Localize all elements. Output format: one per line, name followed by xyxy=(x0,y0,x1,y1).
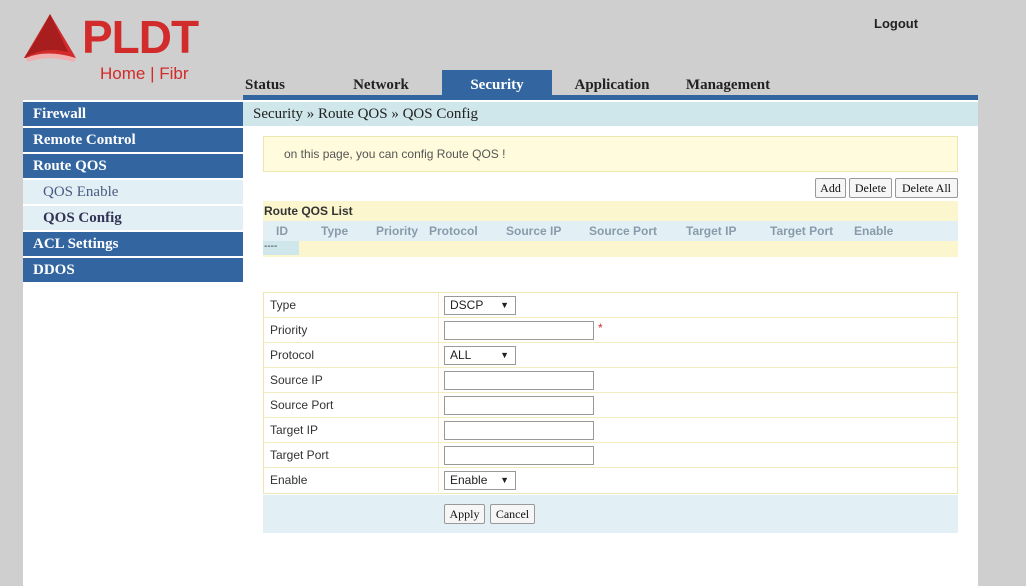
sidebar-item-route-qos[interactable]: Route QOS xyxy=(23,154,243,178)
form-row-source-port: Source Port xyxy=(264,393,957,418)
source-port-label: Source Port xyxy=(264,393,439,417)
form-row-source-ip: Source IP xyxy=(264,368,957,393)
sidebar-item-remote-control[interactable]: Remote Control xyxy=(23,128,243,152)
form-row-priority: Priority * xyxy=(264,318,957,343)
add-button[interactable]: Add xyxy=(815,178,846,198)
apply-button[interactable]: Apply xyxy=(444,504,485,524)
pldt-logo-icon xyxy=(24,14,76,62)
delete-all-button[interactable]: Delete All xyxy=(895,178,958,198)
form-row-protocol: Protocol ALL ▼ xyxy=(264,343,957,368)
type-label: Type xyxy=(264,293,439,317)
form-row-target-port: Target Port xyxy=(264,443,957,468)
priority-input[interactable] xyxy=(444,321,594,340)
form-actions: Apply Cancel xyxy=(263,495,958,533)
source-ip-input[interactable] xyxy=(444,371,594,390)
logout-link[interactable]: Logout xyxy=(874,16,918,31)
qos-config-form: Type DSCP ▼ Priority * Protocol ALL ▼ Sour… xyxy=(263,292,958,494)
priority-label: Priority xyxy=(264,318,439,342)
main-content: Security » Route QOS » QOS Config on thi… xyxy=(243,100,978,586)
protocol-select[interactable]: ALL ▼ xyxy=(444,346,516,365)
form-row-target-ip: Target IP xyxy=(264,418,957,443)
main-tabs: Status Network Security Application Mana… xyxy=(243,70,978,97)
pldt-logo: PLDT Home | Fibr xyxy=(22,12,212,86)
route-qos-list: Route QOS List ID Type Priority Protocol… xyxy=(263,201,958,257)
list-title: Route QOS List xyxy=(264,204,353,218)
sidebar-item-acl-settings[interactable]: ACL Settings xyxy=(23,232,243,256)
target-port-input[interactable] xyxy=(444,446,594,465)
sidebar-item-qos-config[interactable]: QOS Config xyxy=(23,206,243,230)
col-id: ID xyxy=(276,224,288,238)
sidebar-item-ddos[interactable]: DDOS xyxy=(23,258,243,282)
sidebar-item-qos-enable[interactable]: QOS Enable xyxy=(23,180,243,204)
sidebar-item-firewall[interactable]: Firewall xyxy=(23,102,243,126)
chevron-down-icon: ▼ xyxy=(500,475,509,485)
tab-network[interactable]: Network xyxy=(341,70,421,97)
tab-application[interactable]: Application xyxy=(568,70,656,97)
brand-sub: Home | Fibr xyxy=(100,64,189,83)
target-port-label: Target Port xyxy=(264,443,439,467)
enable-label: Enable xyxy=(264,468,439,492)
source-port-input[interactable] xyxy=(444,396,594,415)
enable-select[interactable]: Enable ▼ xyxy=(444,471,516,490)
brand-name: PLDT xyxy=(82,11,199,63)
col-type: Type xyxy=(321,224,349,238)
tab-management[interactable]: Management xyxy=(681,70,775,97)
required-mark: * xyxy=(598,321,603,335)
form-row-type: Type DSCP ▼ xyxy=(264,293,957,318)
form-row-enable: Enable Enable ▼ xyxy=(264,468,957,493)
sidebar: Firewall Remote Control Route QOS QOS En… xyxy=(23,100,243,586)
target-ip-label: Target IP xyxy=(264,418,439,442)
delete-button[interactable]: Delete xyxy=(849,178,892,198)
tab-security[interactable]: Security xyxy=(442,70,552,97)
enable-select-value: Enable xyxy=(450,473,488,487)
type-select[interactable]: DSCP ▼ xyxy=(444,296,516,315)
col-source-ip: Source IP xyxy=(506,224,562,238)
col-target-port: Target Port xyxy=(770,224,834,238)
protocol-select-value: ALL xyxy=(450,348,472,362)
chevron-down-icon: ▼ xyxy=(500,350,509,360)
col-target-ip: Target IP xyxy=(686,224,737,238)
list-header: ID Type Priority Protocol Source IP Sour… xyxy=(263,221,958,241)
tab-status[interactable]: Status xyxy=(243,70,287,97)
type-select-value: DSCP xyxy=(450,298,484,312)
source-ip-label: Source IP xyxy=(264,368,439,392)
cancel-button[interactable]: Cancel xyxy=(490,504,535,524)
table-row: ---- xyxy=(263,241,299,255)
col-source-port: Source Port xyxy=(589,224,658,238)
col-protocol: Protocol xyxy=(429,224,478,238)
target-ip-input[interactable] xyxy=(444,421,594,440)
breadcrumb: Security » Route QOS » QOS Config xyxy=(243,102,978,126)
protocol-label: Protocol xyxy=(264,343,439,367)
col-priority: Priority xyxy=(376,224,419,238)
info-notice: on this page, you can config Route QOS ! xyxy=(263,136,958,172)
chevron-down-icon: ▼ xyxy=(500,300,509,310)
col-enable: Enable xyxy=(854,224,894,238)
